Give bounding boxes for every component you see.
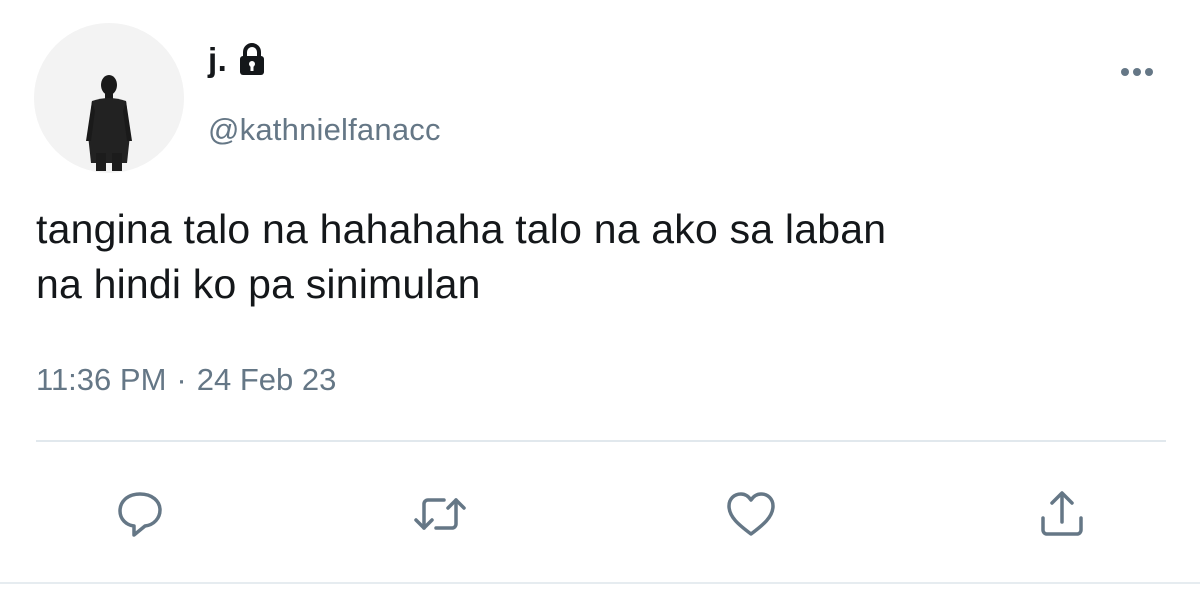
speech-bubble-icon bbox=[118, 492, 162, 537]
retweet-button[interactable] bbox=[410, 484, 470, 544]
display-name-row: j. bbox=[208, 38, 267, 82]
tweet-card: j. @kathnielfanacc tangina talo na hahah… bbox=[0, 0, 1200, 600]
display-name[interactable]: j. bbox=[208, 41, 227, 79]
timestamp-separator: · bbox=[176, 362, 187, 397]
share-button[interactable] bbox=[1032, 484, 1092, 544]
user-handle[interactable]: @kathnielfanacc bbox=[208, 112, 441, 148]
avatar-silhouette-icon bbox=[34, 23, 184, 173]
tweet-time: 11:36 PM bbox=[36, 362, 167, 397]
timestamp[interactable]: 11:36 PM · 24 Feb 23 bbox=[36, 362, 336, 398]
tweet-text: tangina talo na hahahaha talo na ako sa … bbox=[36, 202, 1166, 312]
tweet-text-line: na hindi ko pa sinimulan bbox=[36, 261, 481, 307]
bottom-divider bbox=[0, 582, 1200, 584]
tweet-text-line: tangina talo na hahahaha talo na ako sa … bbox=[36, 206, 887, 252]
divider bbox=[36, 440, 1166, 442]
more-options-icon[interactable] bbox=[1112, 60, 1162, 84]
lock-icon bbox=[237, 42, 267, 78]
like-button[interactable] bbox=[721, 484, 781, 544]
avatar[interactable] bbox=[34, 23, 184, 173]
heart-icon bbox=[727, 492, 775, 536]
tweet-date: 24 Feb 23 bbox=[196, 362, 337, 397]
share-upload-icon bbox=[1041, 491, 1083, 536]
retweet-icon bbox=[414, 498, 466, 530]
reply-button[interactable] bbox=[110, 484, 170, 544]
